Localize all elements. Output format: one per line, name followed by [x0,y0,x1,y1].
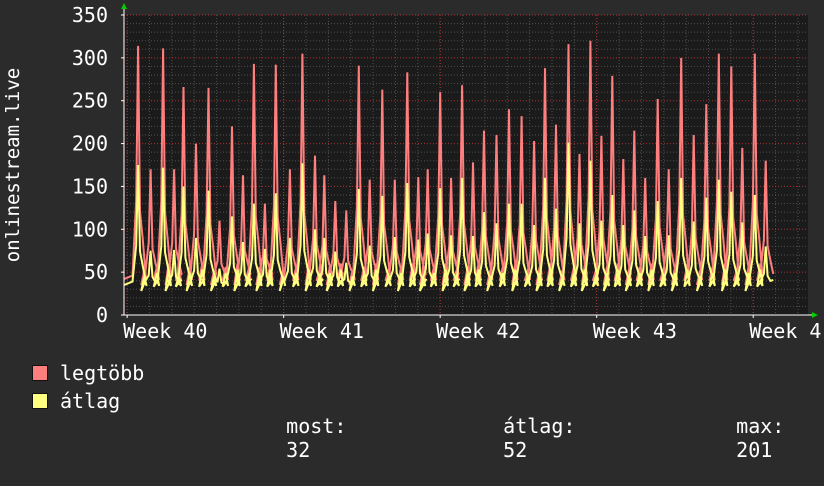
stat-current-value: 32 [286,438,311,462]
stat-average: átlag: 52 [455,390,575,486]
stat-max-value: 201 [736,438,773,462]
y-axis-arrow-icon [121,3,127,9]
legend-label-max: legtöbb [60,361,145,385]
x-tick-label: Week 42 [436,319,520,343]
legend-item-max: legtöbb [32,361,145,385]
y-tick-label: 350 [72,3,108,27]
stat-average-label: átlag: [503,414,576,438]
x-axis-arrow-icon [812,312,818,318]
y-tick-label: 200 [72,132,108,156]
legend-swatch-average [32,393,48,409]
line-chart: 0 50 100 150 200 250 300 350 Week 40 Week 41 Week … [2,3,821,343]
stat-max-label: max: [736,414,785,438]
x-tick-label: Week 43 [593,319,677,343]
y-axis-label: onlinestream.live [2,68,24,262]
graph-panel: 0 50 100 150 200 250 300 350 Week 40 Week 41 Week … [0,0,824,462]
x-tick-label: Week 41 [280,319,364,343]
y-tick-label: 150 [72,174,108,198]
legend-item-average: átlag [32,389,121,413]
y-tick-label: 300 [72,46,108,70]
stat-average-value: 52 [503,438,528,462]
y-tick-label: 0 [96,303,108,327]
stat-current: most: 32 [238,390,346,486]
legend-label-average: átlag [60,389,121,413]
x-tick-label: Week 4 [749,319,821,343]
stat-current-label: most: [286,414,347,438]
y-tick-label: 100 [72,217,108,241]
y-tick-label: 50 [84,260,108,284]
stat-max: max: 201 [688,390,784,486]
x-tick-label: Week 40 [123,319,207,343]
y-tick-label: 250 [72,89,108,113]
legend-swatch-max [32,365,48,381]
